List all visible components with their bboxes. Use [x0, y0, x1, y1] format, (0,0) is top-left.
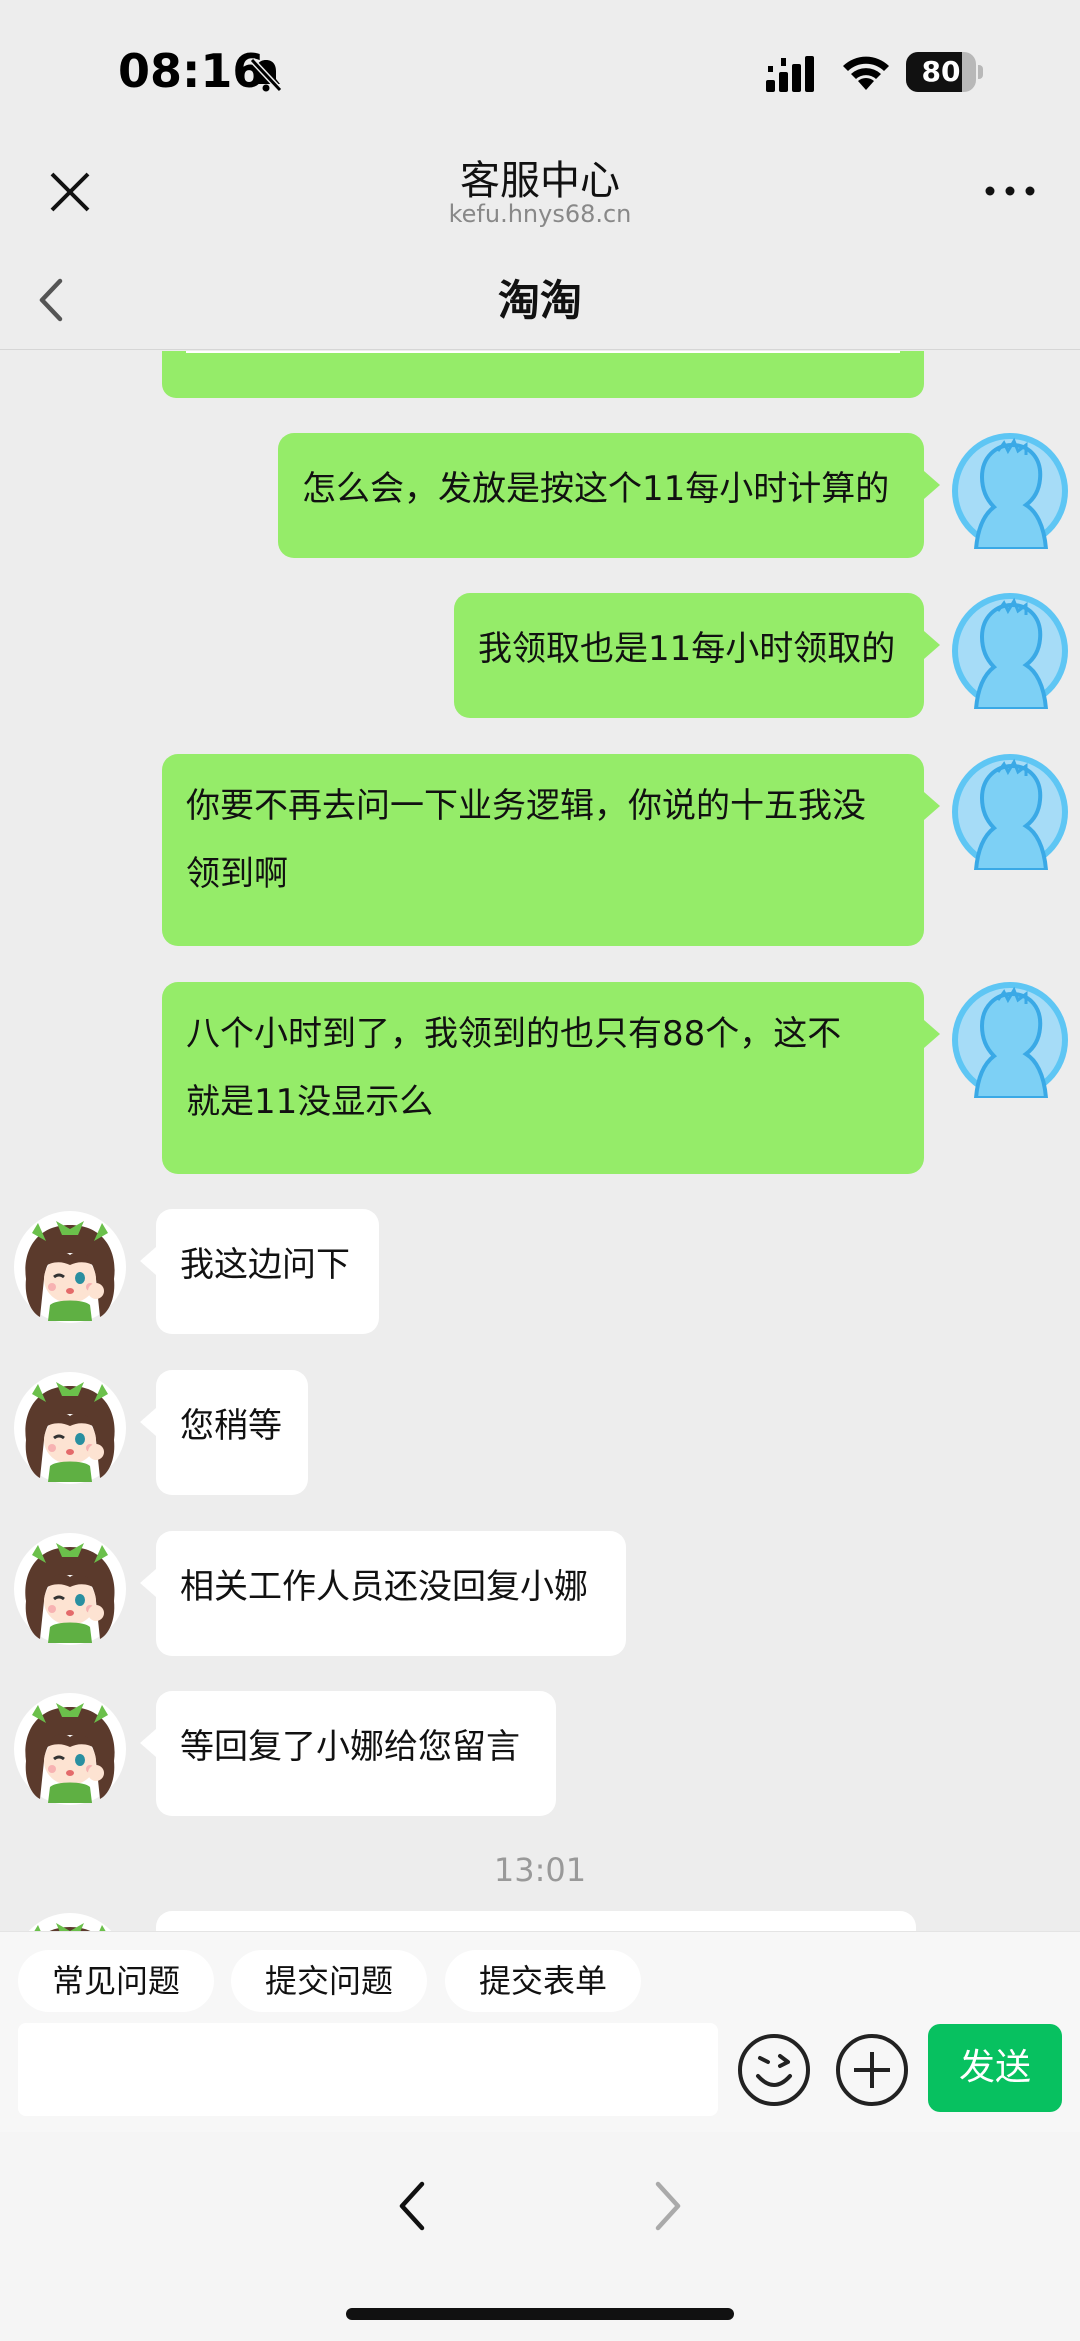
- agent-avatar[interactable]: [12, 1209, 128, 1325]
- more-icon[interactable]: [980, 176, 1040, 206]
- message-text: 等回复了小娜给您留言: [180, 1727, 520, 1767]
- plus-icon[interactable]: [834, 2032, 910, 2108]
- message-list[interactable]: 怎么会，发放是按这个11每小时计算的 我领取也是11每小时领取的 你要不再去问一…: [0, 351, 1080, 1931]
- message-text: 怎么会，发放是按这个11每小时计算的: [302, 469, 890, 509]
- message-text: 我领取也是11每小时领取的: [478, 629, 896, 669]
- nav-back-icon[interactable]: [392, 2176, 432, 2236]
- message-text: 您稍等: [180, 1406, 282, 1446]
- bell-slash-icon: [249, 57, 283, 93]
- browser-url: kefu.hnys68.cn: [448, 200, 632, 228]
- user-avatar[interactable]: [952, 433, 1068, 549]
- nav-forward-icon[interactable]: [648, 2176, 688, 2236]
- message-bubble-incoming[interactable]: 相关工作人员还没回复小娜: [140, 1531, 626, 1656]
- home-indicator[interactable]: [346, 2308, 734, 2320]
- user-avatar[interactable]: [952, 593, 1068, 709]
- agent-avatar[interactable]: [12, 1531, 128, 1647]
- battery-level: 80: [921, 55, 961, 88]
- composer: 常见问题 提交问题 提交表单 发送: [0, 1931, 1080, 2132]
- browser-title: 客服中心: [460, 158, 620, 204]
- chat-title: 淘淘: [497, 276, 582, 325]
- message-bubble-outgoing[interactable]: 你要不再去问一下业务逻辑，你说的十五我没 领到啊: [162, 754, 940, 946]
- message-bubble-outgoing[interactable]: 八个小时到了，我领到的也只有88个，这不 就是11没显示么: [162, 982, 940, 1174]
- send-button[interactable]: 发送: [928, 2024, 1062, 2112]
- agent-avatar[interactable]: [12, 1691, 128, 1807]
- message-text-line: 就是11没显示么: [186, 1082, 434, 1122]
- message-bubble-outgoing[interactable]: 怎么会，发放是按这个11每小时计算的: [278, 433, 940, 558]
- message-text: 我这边问下: [180, 1245, 350, 1285]
- message-timestamp: 13:01: [493, 1851, 587, 1889]
- user-avatar[interactable]: [952, 982, 1068, 1098]
- emoji-icon[interactable]: [736, 2032, 812, 2108]
- card-message-fragment[interactable]: [162, 351, 924, 398]
- agent-avatar[interactable]: [12, 1370, 128, 1486]
- quick-action-submit-form[interactable]: 提交表单: [445, 1950, 642, 2012]
- user-avatar[interactable]: [952, 754, 1068, 870]
- message-bubble-incoming[interactable]: [156, 1911, 916, 1931]
- message-text: 相关工作人员还没回复小娜: [180, 1567, 588, 1607]
- message-bubble-incoming[interactable]: 等回复了小娜给您留言: [140, 1691, 556, 1816]
- cellular-signal-icon: [766, 56, 814, 92]
- message-bubble-incoming[interactable]: 您稍等: [140, 1370, 308, 1495]
- message-text-line: 领到啊: [186, 854, 288, 894]
- message-bubble-outgoing[interactable]: 我领取也是11每小时领取的: [454, 593, 940, 718]
- wifi-icon: [843, 56, 889, 90]
- quick-action-faq[interactable]: 常见问题: [18, 1950, 215, 2012]
- status-bar: 08:16 80: [0, 0, 1080, 140]
- message-bubble-incoming[interactable]: 我这边问下: [140, 1209, 379, 1334]
- message-text-line: 你要不再去问一下业务逻辑，你说的十五我没: [186, 786, 866, 826]
- message-text-line: 八个小时到了，我领到的也只有88个，这不: [186, 1014, 842, 1054]
- message-input[interactable]: [18, 2023, 718, 2116]
- browser-header: 客服中心 kefu.hnys68.cn: [0, 140, 1080, 245]
- status-time: 08:16: [118, 44, 265, 98]
- quick-action-submit-question[interactable]: 提交问题: [231, 1950, 428, 2012]
- chat-header: 淘淘: [0, 245, 1080, 350]
- agent-avatar[interactable]: [12, 1911, 128, 1931]
- battery-icon: 80: [906, 52, 984, 92]
- browser-nav-bar: [0, 2132, 1080, 2341]
